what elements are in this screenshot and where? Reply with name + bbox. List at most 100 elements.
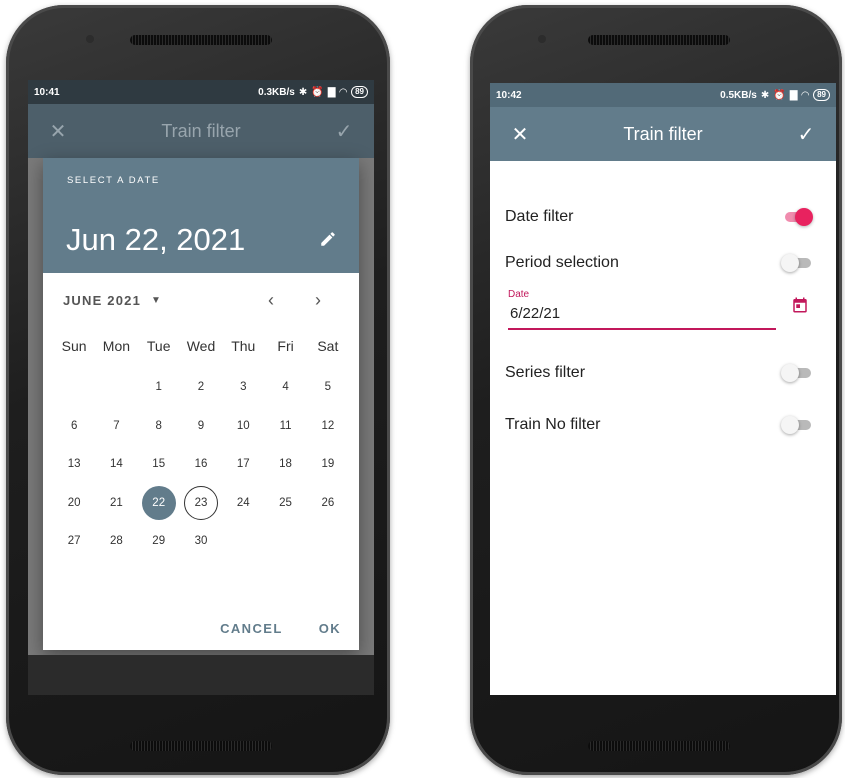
calendar-day-number: 5 (324, 381, 332, 394)
calendar-day[interactable]: 20 (53, 484, 95, 523)
page-title: Train filter (161, 120, 241, 141)
alarm-icon: ⏰ (311, 86, 324, 98)
calendar-icon[interactable] (791, 296, 809, 319)
weekday-label: Sat (317, 338, 339, 354)
battery-icon: 89 (351, 86, 368, 98)
dialog-header-label: SELECT A DATE (67, 175, 160, 186)
month-dropdown[interactable]: JUNE 2021 (63, 293, 141, 308)
calendar-day[interactable]: 21 (95, 484, 137, 523)
calendar-day[interactable]: 26 (307, 484, 349, 523)
bluetooth-icon: ✱ (760, 89, 770, 101)
calendar-day[interactable]: 1 (138, 368, 180, 407)
bottom-speaker (130, 741, 272, 751)
calendar-day[interactable]: 18 (264, 445, 306, 484)
calendar-day[interactable]: 7 (95, 407, 137, 446)
weekday-label: Mon (102, 338, 131, 354)
cancel-button[interactable]: CANCEL (220, 621, 283, 636)
dropdown-arrow-icon[interactable]: ▼ (151, 295, 161, 306)
screen-train-filter: 10:42 0.5KB/s ✱ ⏰ ▇ ◠ 89 ✕ Train filter … (490, 83, 836, 695)
calendar-day[interactable]: 3 (222, 368, 264, 407)
earpiece-speaker (588, 35, 730, 45)
calendar-day[interactable]: 6 (53, 407, 95, 446)
calendar-day-number: 28 (110, 535, 123, 548)
calendar-day[interactable]: 29 (138, 522, 180, 561)
date-filter-label: Date filter (505, 208, 574, 225)
calendar-empty (57, 370, 91, 404)
status-icons: 0.5KB/s ✱ ⏰ ▇ ◠ 89 (720, 89, 830, 101)
date-field[interactable]: Date 6/22/21 (508, 289, 776, 330)
calendar-empty-cell (264, 522, 306, 561)
weekday-label: Tue (146, 338, 171, 354)
calendar-day[interactable]: 28 (95, 522, 137, 561)
month-selector: JUNE 2021 ▼ ‹ › (63, 288, 339, 312)
bottom-bezel-area (28, 655, 374, 695)
calendar-day[interactable]: 2 (180, 368, 222, 407)
calendar-day-number: 3 (240, 381, 247, 394)
calendar-day[interactable]: 8 (138, 407, 180, 446)
ok-button[interactable]: OK (319, 621, 341, 636)
calendar-day-number: 13 (67, 458, 81, 471)
period-selection-toggle[interactable] (781, 253, 811, 273)
calendar-day[interactable]: 25 (264, 484, 306, 523)
calendar-day-number: 4 (282, 381, 289, 394)
check-icon[interactable]: ✓ (332, 119, 356, 144)
date-filter-toggle[interactable] (783, 207, 813, 227)
status-bar: 10:42 0.5KB/s ✱ ⏰ ▇ ◠ 89 (490, 83, 836, 107)
phone-frame-right: 10:42 0.5KB/s ✱ ⏰ ▇ ◠ 89 ✕ Train filter … (470, 5, 842, 775)
calendar-day-today[interactable]: 23 (180, 484, 222, 523)
pencil-icon[interactable] (319, 230, 337, 253)
date-field-label: Date (508, 289, 530, 300)
calendar-day-number: 10 (236, 419, 250, 432)
status-time: 10:42 (496, 89, 522, 101)
calendar-day[interactable]: 17 (222, 445, 264, 484)
series-filter-row: Series filter (505, 361, 811, 385)
calendar-day[interactable]: 12 (307, 407, 349, 446)
close-icon[interactable]: ✕ (508, 122, 532, 147)
calendar-day[interactable]: 10 (222, 407, 264, 446)
calendar-day[interactable]: 30 (180, 522, 222, 561)
date-field-value[interactable]: 6/22/21 (508, 305, 776, 330)
calendar-day-number: 26 (321, 496, 335, 509)
wifi-icon: ◠ (801, 89, 810, 101)
train-no-filter-toggle[interactable] (781, 415, 811, 435)
chevron-right-icon[interactable]: › (315, 290, 321, 311)
calendar-day-selected[interactable]: 22 (138, 484, 180, 523)
chevron-left-icon[interactable]: ‹ (268, 290, 274, 311)
calendar-day[interactable]: 5 (307, 368, 349, 407)
check-icon[interactable]: ✓ (794, 122, 818, 147)
date-filter-row: Date filter (505, 205, 813, 229)
calendar-grid: 1 2 3 4 5 6 7 8 9 10 11 12 13 14 15 16 17 18 19 20 21 22 23 24 2… (53, 368, 349, 561)
calendar-day[interactable]: 11 (264, 407, 306, 446)
calendar-day[interactable]: 24 (222, 484, 264, 523)
calendar-day[interactable]: 4 (264, 368, 306, 407)
weekday-label: Thu (231, 338, 256, 354)
calendar-day[interactable]: 16 (180, 445, 222, 484)
calendar-day-number: 30 (194, 535, 208, 548)
calendar-day[interactable]: 13 (53, 445, 95, 484)
app-bar: ✕ Train filter ✓ (28, 104, 374, 158)
calendar-day[interactable]: 27 (53, 522, 95, 561)
signal-icon: ▇ (327, 86, 336, 98)
calendar-empty-cell (95, 368, 137, 407)
calendar-day[interactable]: 19 (307, 445, 349, 484)
calendar-day-number: 23 (183, 485, 218, 520)
train-no-filter-row: Train No filter (505, 413, 811, 437)
battery-icon: 89 (813, 89, 830, 101)
page-title: Train filter (623, 123, 703, 144)
calendar-empty (226, 524, 260, 558)
app-bar: ✕ Train filter ✓ (490, 107, 836, 161)
calendar-day[interactable]: 14 (95, 445, 137, 484)
screen-date-picker: 10:41 0.3KB/s ✱ ⏰ ▇ ◠ 89 ✕ Train filter … (28, 80, 374, 695)
calendar-day[interactable]: 15 (138, 445, 180, 484)
calendar-day-number: 18 (279, 458, 292, 471)
date-picker-dialog: SELECT A DATE Jun 22, 2021 JUNE 2021 ▼ ‹… (43, 158, 359, 650)
calendar-empty (269, 524, 303, 558)
alarm-icon: ⏰ (773, 89, 786, 101)
series-filter-toggle[interactable] (781, 363, 811, 383)
close-icon[interactable]: ✕ (46, 119, 70, 144)
selected-date-display: Jun 22, 2021 (66, 222, 246, 257)
calendar-day[interactable]: 9 (180, 407, 222, 446)
calendar-day-number: 22 (141, 485, 176, 520)
calendar-day-number: 15 (152, 458, 166, 471)
weekday-header: Sun Mon Tue Wed Thu Fri Sat (53, 338, 349, 354)
